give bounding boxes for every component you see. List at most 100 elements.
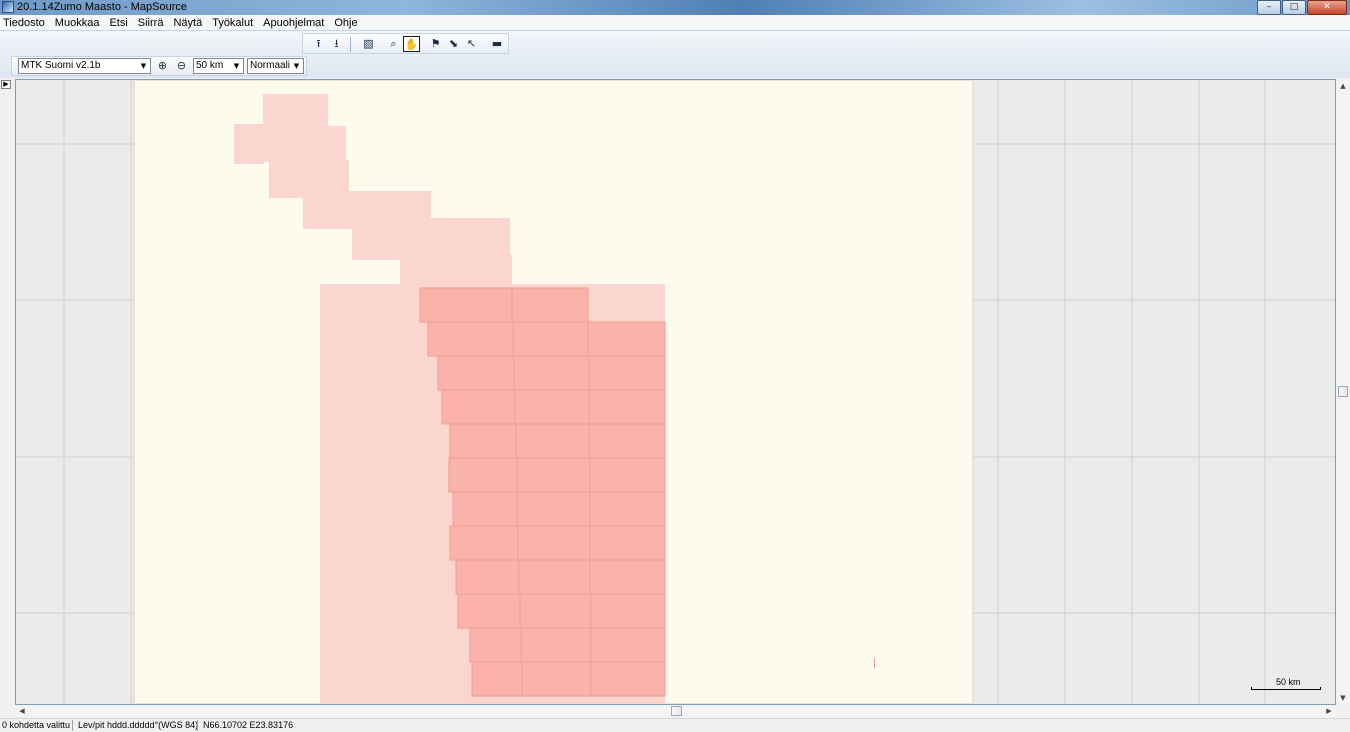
horizontal-scroll-thumb[interactable] — [671, 706, 682, 716]
map-tile-selected[interactable] — [518, 559, 591, 595]
status-divider — [72, 720, 73, 731]
map-tile-selected[interactable] — [588, 389, 666, 425]
map-tile-selected[interactable] — [517, 525, 591, 561]
chevron-down-icon: ▼ — [293, 62, 300, 70]
vertical-scroll-thumb[interactable] — [1338, 386, 1348, 397]
status-coordinate-format: Lev/pit hddd.ddddd°(WGS 84) — [78, 720, 199, 730]
scroll-left-icon[interactable]: ◀ — [17, 706, 27, 716]
maximize-button[interactable]: □ — [1282, 0, 1306, 15]
map-tile-selected[interactable] — [511, 287, 589, 323]
map-tile-selected[interactable] — [520, 627, 592, 663]
map-tile[interactable] — [234, 124, 264, 164]
zoom-out-icon[interactable]: ⊖ — [173, 58, 190, 74]
map-tile-selected[interactable] — [427, 321, 514, 357]
map-tile — [874, 658, 875, 668]
status-divider — [197, 720, 198, 731]
status-coordinates: N66.10702 E23.83176 — [203, 720, 294, 730]
zoom-tool-icon[interactable]: ⌕ — [385, 36, 402, 52]
map-tile-selected[interactable] — [452, 491, 518, 527]
menu-file[interactable]: Tiedosto — [3, 17, 45, 29]
map-tile-selected[interactable] — [516, 491, 591, 527]
map-tile[interactable] — [431, 218, 510, 256]
map-tile-selected[interactable] — [449, 525, 519, 561]
horizontal-scrollbar[interactable]: ◀ ▶ — [15, 705, 1336, 717]
map-tool-icon[interactable]: ▧ — [360, 36, 377, 52]
map-product-select[interactable]: MTK Suomi v2.1b ▼ — [18, 58, 151, 74]
map-canvas[interactable] — [16, 80, 1335, 704]
chevron-down-icon: ▼ — [233, 62, 240, 70]
map-tile-selected[interactable] — [437, 355, 515, 391]
menu-tools[interactable]: Työkalut — [212, 17, 253, 29]
window-controls: – □ ✕ — [1256, 0, 1347, 15]
map-tile-selected[interactable] — [590, 627, 666, 663]
menu-utilities[interactable]: Apuohjelmat — [263, 17, 324, 29]
window-title: 20.1.14Zumo Maasto - MapSource — [17, 1, 187, 13]
map-tile-selected[interactable] — [512, 321, 589, 357]
map-tile-selected[interactable] — [521, 661, 592, 697]
toolbar-separator — [350, 37, 351, 52]
receive-from-device-icon[interactable]: ⭱ — [310, 36, 327, 52]
map-tile-selected[interactable] — [588, 355, 666, 391]
menu-view[interactable]: Näytä — [173, 17, 202, 29]
map-tile-selected[interactable] — [589, 457, 666, 493]
distance-tool-icon[interactable]: ▬ — [487, 36, 507, 52]
map-tile[interactable] — [303, 191, 431, 229]
scroll-right-icon[interactable]: ▶ — [1324, 706, 1334, 716]
left-panel-strip: ▶ — [0, 78, 13, 718]
expand-panel-icon[interactable]: ▶ — [1, 80, 11, 89]
map-tile-selected[interactable] — [449, 423, 517, 459]
detail-level-select[interactable]: Normaali ▼ — [247, 58, 304, 74]
scroll-down-icon[interactable]: ▼ — [1338, 693, 1348, 703]
map-tile-selected[interactable] — [471, 661, 523, 697]
map-tile-selected[interactable] — [469, 627, 522, 663]
minimize-button[interactable]: – — [1257, 0, 1281, 15]
scroll-up-icon[interactable]: ▲ — [1338, 81, 1348, 91]
map-tile-selected[interactable] — [514, 389, 590, 425]
map-tile-selected[interactable] — [455, 559, 520, 595]
scale-label: 50 km — [1276, 677, 1301, 687]
map-tile-selected[interactable] — [515, 423, 590, 459]
map-tile-selected[interactable] — [590, 593, 666, 629]
map-tile-selected[interactable] — [590, 661, 666, 697]
vertical-scrollbar[interactable]: ▲ ▼ — [1336, 79, 1350, 705]
menu-edit[interactable]: Muokkaa — [55, 17, 100, 29]
detail-level-value: Normaali — [250, 60, 291, 71]
map-tile[interactable] — [352, 225, 432, 260]
map-tile-selected[interactable] — [588, 423, 666, 459]
map-tile-selected[interactable] — [589, 525, 666, 561]
map-tile-selected[interactable] — [516, 457, 591, 493]
close-button[interactable]: ✕ — [1307, 0, 1347, 15]
mapsource-app-icon[interactable] — [2, 1, 14, 13]
toolbar-area: ⭱ ⭳ ▧ ⌕ ✋ ⚑ ⬊ ↖ ▬ MTK Suomi v2.1b ▼ ⊕ ⊖ … — [0, 30, 1350, 78]
map-tile[interactable] — [263, 126, 346, 162]
title-bar: 20.1.14Zumo Maasto - MapSource – □ ✕ — [0, 0, 1350, 15]
menu-find[interactable]: Etsi — [109, 17, 127, 29]
map-view[interactable] — [15, 79, 1336, 705]
selection-tool-icon[interactable]: ↖ — [463, 36, 480, 52]
menu-help[interactable]: Ohje — [334, 17, 357, 29]
menu-transfer[interactable]: Siirrä — [138, 17, 164, 29]
map-tile-selected[interactable] — [441, 389, 516, 425]
map-tile-selected[interactable] — [519, 593, 592, 629]
hand-tool-icon[interactable]: ✋ — [403, 36, 420, 52]
map-tile-selected[interactable] — [589, 559, 666, 595]
map-tile-selected[interactable] — [587, 321, 666, 357]
scale-bar — [1251, 687, 1321, 690]
send-to-device-icon[interactable]: ⭳ — [328, 36, 345, 52]
status-bar: 0 kohdetta valittu Lev/pit hddd.ddddd°(W… — [0, 718, 1350, 732]
map-tile-selected[interactable] — [589, 491, 666, 527]
map-tile-selected[interactable] — [448, 457, 518, 493]
map-product-value: MTK Suomi v2.1b — [21, 60, 101, 71]
map-tile-selected[interactable] — [513, 355, 590, 391]
map-tile-selected[interactable] — [419, 287, 513, 323]
zoom-in-icon[interactable]: ⊕ — [154, 58, 171, 74]
zoom-level-select[interactable]: 50 km ▼ — [193, 58, 244, 74]
map-tile-selected[interactable] — [457, 593, 521, 629]
status-selection: 0 kohdetta valittu — [2, 720, 71, 730]
tools-toolbar: ⭱ ⭳ ▧ ⌕ ✋ ⚑ ⬊ ↖ ▬ — [302, 33, 509, 54]
chevron-down-icon: ▼ — [140, 62, 147, 70]
map-toolbar: MTK Suomi v2.1b ▼ ⊕ ⊖ 50 km ▼ Normaali ▼ — [11, 56, 307, 76]
route-tool-icon[interactable]: ⬊ — [445, 36, 462, 52]
waypoint-tool-icon[interactable]: ⚑ — [427, 36, 444, 52]
zoom-level-value: 50 km — [196, 60, 224, 71]
